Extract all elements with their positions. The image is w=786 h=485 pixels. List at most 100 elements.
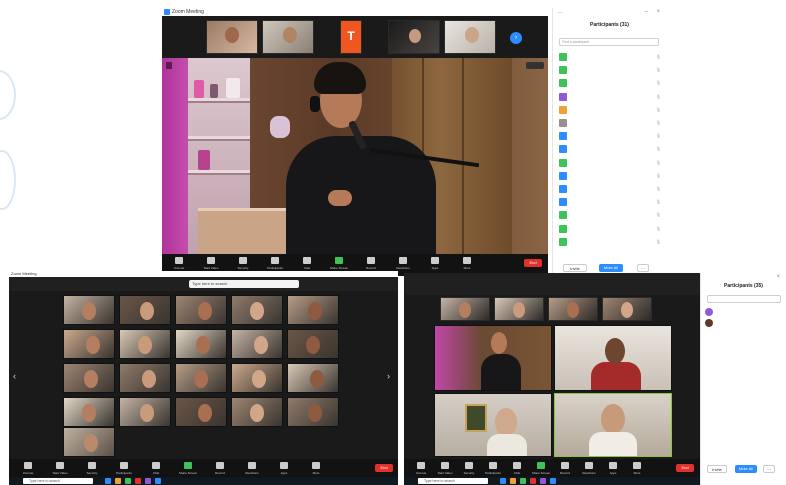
participant-row[interactable]: 🎙 (559, 52, 663, 62)
participant-search-input[interactable]: Find a participant (559, 38, 659, 46)
gallery-tile[interactable] (63, 329, 115, 359)
participant-search-input[interactable] (707, 295, 781, 303)
minimize-icon[interactable]: – (645, 9, 648, 15)
toolbar-button[interactable]: Unmute (414, 462, 428, 478)
toolbar-button[interactable]: Security (85, 462, 99, 478)
filmstrip-tile[interactable] (206, 20, 258, 54)
toolbar-button[interactable]: Participants (116, 462, 132, 478)
gallery-tile[interactable] (175, 363, 227, 393)
participant-row[interactable]: 🎙 (559, 144, 663, 154)
toolbar-button[interactable]: Participants (485, 462, 501, 478)
participant-row[interactable]: 🎙 (559, 171, 663, 181)
toolbar-button[interactable]: Record (558, 462, 572, 478)
top-search-input[interactable]: Type here to search (189, 280, 299, 288)
participant-row[interactable]: 🎙 (559, 118, 663, 128)
toolbar-button[interactable]: Share Screen (179, 462, 197, 478)
taskbar-app-icon[interactable] (500, 478, 506, 484)
gallery-tile[interactable] (119, 363, 171, 393)
invite-button[interactable]: Invite (707, 465, 727, 473)
gallery-tile[interactable] (287, 329, 339, 359)
gallery-tile[interactable] (434, 393, 552, 457)
toolbar-button[interactable]: Start Video (438, 462, 452, 478)
taskbar-app-icon[interactable] (550, 478, 556, 484)
filmstrip-tile[interactable] (388, 20, 440, 54)
gallery-tile[interactable] (231, 397, 283, 427)
end-meeting-button[interactable]: End (676, 464, 694, 472)
name-only-tile[interactable] (237, 433, 285, 445)
participant-row[interactable]: 🎙 (559, 197, 663, 207)
mute-all-button[interactable]: Mute All (599, 264, 623, 272)
participant-row[interactable]: 🎙 (559, 184, 663, 194)
gallery-tile[interactable] (63, 397, 115, 427)
taskbar-app-icon[interactable] (135, 478, 141, 484)
gallery-tile-active[interactable] (554, 393, 672, 457)
invite-button[interactable]: Invite (563, 264, 587, 272)
filmstrip-next-icon[interactable]: › (510, 32, 522, 44)
filmstrip-tile[interactable] (494, 297, 544, 321)
taskbar-app-icon[interactable] (125, 478, 131, 484)
participant-row[interactable]: 🎙 (559, 105, 663, 115)
taskbar-app-icon[interactable] (530, 478, 536, 484)
panel-popout-icon[interactable]: … (557, 9, 563, 15)
gallery-tile[interactable] (231, 329, 283, 359)
name-only-tile[interactable] (131, 433, 179, 445)
gallery-tile[interactable] (175, 397, 227, 427)
more-options-button[interactable]: ⋯ (637, 264, 649, 272)
toolbar-button[interactable]: More (309, 462, 323, 478)
toolbar-button[interactable]: More (460, 257, 474, 273)
gallery-tile[interactable] (119, 397, 171, 427)
toolbar-button[interactable]: Start Video (53, 462, 67, 478)
filmstrip-tile[interactable] (444, 20, 496, 54)
gallery-tile[interactable] (63, 363, 115, 393)
gallery-tile[interactable] (63, 427, 115, 457)
toolbar-button[interactable]: More (630, 462, 644, 478)
gallery-tile[interactable] (63, 295, 115, 325)
taskbar-search[interactable]: Type here to search (418, 478, 488, 484)
gallery-tile[interactable] (231, 295, 283, 325)
participant-row[interactable]: 🎙 (559, 237, 663, 247)
toolbar-button[interactable]: Security (462, 462, 476, 478)
close-icon[interactable]: × (656, 9, 660, 15)
more-options-button[interactable]: ⋯ (763, 465, 775, 473)
name-only-tile[interactable] (291, 433, 347, 445)
participant-row[interactable]: 🎙 (559, 65, 663, 75)
filmstrip-tile[interactable] (548, 297, 598, 321)
toolbar-button[interactable]: Reactions (582, 462, 596, 478)
gallery-tile[interactable] (287, 295, 339, 325)
end-meeting-button[interactable]: End (375, 464, 393, 472)
filmstrip-tile[interactable] (440, 297, 490, 321)
view-button[interactable] (526, 62, 544, 69)
toolbar-button[interactable]: Chat (510, 462, 524, 478)
filmstrip-tile[interactable] (262, 20, 314, 54)
participant-row[interactable]: 🎙 (559, 131, 663, 141)
toolbar-button[interactable]: Reactions (245, 462, 259, 478)
taskbar-app-icon[interactable] (155, 478, 161, 484)
taskbar-app-icon[interactable] (520, 478, 526, 484)
end-meeting-button[interactable]: End (524, 259, 542, 267)
gallery-tile[interactable] (175, 329, 227, 359)
participant-row[interactable] (705, 318, 783, 328)
participant-row[interactable]: 🎙 (559, 78, 663, 88)
participant-row[interactable]: 🎙 (559, 210, 663, 220)
gallery-tile[interactable] (287, 397, 339, 427)
toolbar-button[interactable]: Reactions (396, 257, 410, 273)
taskbar-app-icon[interactable] (105, 478, 111, 484)
filmstrip-tile[interactable]: T (340, 20, 362, 54)
gallery-tile[interactable] (175, 295, 227, 325)
participant-row[interactable]: 🎙 (559, 158, 663, 168)
close-icon[interactable]: × (776, 274, 780, 280)
toolbar-button[interactable]: Apps (277, 462, 291, 478)
participant-row[interactable] (705, 307, 783, 317)
taskbar-app-icon[interactable] (115, 478, 121, 484)
participant-row[interactable]: 🎙 (559, 224, 663, 234)
toolbar-button[interactable]: Apps (428, 257, 442, 273)
gallery-prev-icon[interactable]: ‹ (13, 371, 16, 381)
gallery-tile[interactable] (231, 363, 283, 393)
gallery-tile[interactable] (554, 325, 672, 391)
toolbar-button[interactable]: Share Screen (532, 462, 550, 478)
gallery-tile-speaker[interactable] (434, 325, 552, 391)
taskbar-app-icon[interactable] (510, 478, 516, 484)
taskbar-app-icon[interactable] (540, 478, 546, 484)
gallery-next-icon[interactable]: › (387, 371, 390, 381)
gallery-tile[interactable] (119, 295, 171, 325)
